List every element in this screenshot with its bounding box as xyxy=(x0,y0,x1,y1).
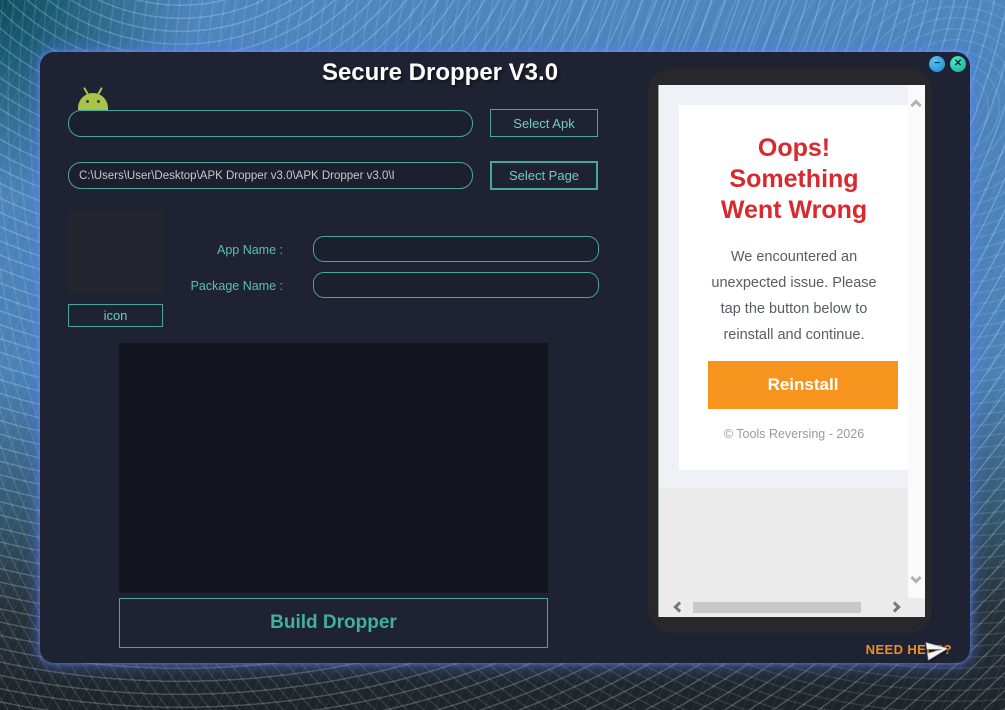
window-title: Secure Dropper V3.0 xyxy=(322,59,558,87)
close-icon: ✕ xyxy=(954,59,962,69)
vertical-scrollbar[interactable] xyxy=(908,85,925,598)
android-icon xyxy=(78,86,108,110)
phone-preview-screen: Oops! Something Went Wrong We encountere… xyxy=(658,85,925,617)
build-dropper-button[interactable]: Build Dropper xyxy=(119,598,548,648)
app-window: Secure Dropper V3.0 − ✕ Select Apk Selec… xyxy=(40,52,970,663)
telegram-icon xyxy=(922,636,951,663)
page-path-input[interactable] xyxy=(68,162,473,189)
error-body-line: unexpected issue. Please xyxy=(679,270,909,296)
minimize-button[interactable]: − xyxy=(929,56,945,72)
error-body-line: tap the button below to xyxy=(679,296,909,322)
error-heading-line: Oops! xyxy=(679,133,909,164)
icon-preview-box xyxy=(68,210,163,293)
icon-select-button[interactable]: icon xyxy=(68,304,163,327)
need-help-link[interactable]: NEED HELP? xyxy=(866,642,958,657)
error-body-line: reinstall and continue. xyxy=(679,322,909,348)
chevron-up-icon[interactable] xyxy=(910,99,921,110)
error-heading-line: Something xyxy=(679,164,909,195)
android-eye-left xyxy=(86,100,89,103)
apk-path-input[interactable] xyxy=(68,110,473,137)
error-heading-line: Went Wrong xyxy=(679,195,909,226)
package-name-label: Package Name : xyxy=(160,279,283,293)
horizontal-scrollbar[interactable] xyxy=(659,598,909,617)
build-log-panel xyxy=(119,343,548,593)
chevron-left-icon[interactable] xyxy=(673,601,684,612)
phone-preview-frame: Oops! Something Went Wrong We encountere… xyxy=(648,68,932,633)
minimize-icon: − xyxy=(934,59,940,69)
app-name-label: App Name : xyxy=(160,243,283,257)
copyright-text: © Tools Reversing - 2026 xyxy=(679,427,909,441)
desktop: { "window": { "title": "Secure Dropper V… xyxy=(0,0,1005,710)
reinstall-button[interactable]: Reinstall xyxy=(708,361,898,409)
error-body-line: We encountered an xyxy=(679,244,909,270)
chevron-right-icon[interactable] xyxy=(889,601,900,612)
error-body-text: We encountered an unexpected issue. Plea… xyxy=(679,244,909,348)
error-page-card: Oops! Something Went Wrong We encountere… xyxy=(679,105,909,470)
android-eye-right xyxy=(97,100,100,103)
select-apk-button[interactable]: Select Apk xyxy=(490,109,598,137)
app-name-input[interactable] xyxy=(313,236,599,262)
horizontal-scrollbar-thumb[interactable] xyxy=(693,602,861,613)
package-name-input[interactable] xyxy=(313,272,599,298)
select-page-button[interactable]: Select Page xyxy=(490,161,598,190)
close-button[interactable]: ✕ xyxy=(950,56,966,72)
error-heading: Oops! Something Went Wrong xyxy=(679,133,909,226)
chevron-down-icon[interactable] xyxy=(910,572,921,583)
android-head xyxy=(78,93,108,110)
